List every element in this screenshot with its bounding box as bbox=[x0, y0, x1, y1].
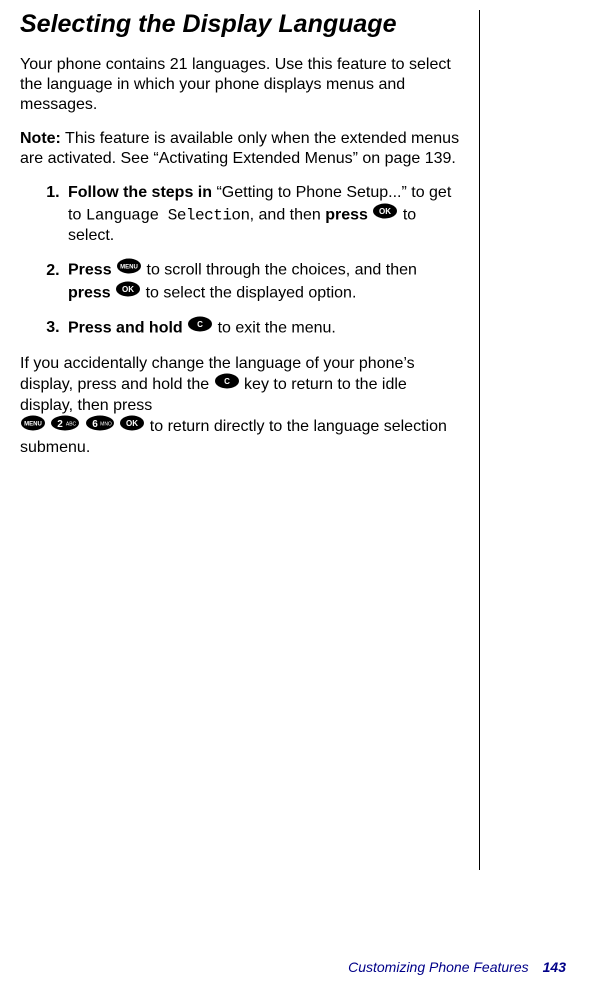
step-1-text-c: , and then bbox=[250, 206, 326, 223]
step-1-press: press bbox=[325, 206, 372, 223]
recovery-paragraph: If you accidentally change the language … bbox=[20, 354, 463, 458]
step-2-tail: to select the displayed option. bbox=[141, 285, 356, 302]
svg-text:C: C bbox=[224, 377, 230, 386]
svg-text:MNO: MNO bbox=[100, 421, 112, 427]
step-1: Follow the steps in “Getting to Phone Se… bbox=[64, 183, 463, 247]
page-title: Selecting the Display Language bbox=[20, 10, 463, 39]
svg-text:6: 6 bbox=[92, 419, 98, 430]
svg-text:ABC: ABC bbox=[66, 421, 77, 427]
step-1-lead: Follow the steps in bbox=[68, 184, 212, 201]
step-3-lead: Press and hold bbox=[68, 319, 187, 336]
ok-key-icon: OK bbox=[115, 281, 141, 304]
page-footer: Customizing Phone Features 143 bbox=[348, 959, 566, 975]
svg-text:C: C bbox=[197, 320, 203, 329]
note-label: Note: bbox=[20, 130, 61, 147]
step-1-lcd: Language Selection bbox=[86, 206, 250, 224]
step-3: Press and hold C to exit the menu. bbox=[64, 317, 463, 340]
footer-page-number: 143 bbox=[543, 959, 566, 975]
c-key-icon: C bbox=[214, 373, 240, 395]
svg-text:OK: OK bbox=[126, 419, 138, 428]
step-3-tail: to exit the menu. bbox=[213, 319, 336, 336]
footer-section: Customizing Phone Features bbox=[348, 959, 529, 975]
step-2-press: press bbox=[68, 285, 115, 302]
note-paragraph: Note: This feature is available only whe… bbox=[20, 129, 463, 169]
ok-key-icon: OK bbox=[119, 415, 145, 437]
step-2: Press MENU to scroll through the choices… bbox=[64, 259, 463, 305]
c-key-icon: C bbox=[187, 316, 213, 339]
step-2-text-b: to scroll through the choices, and then bbox=[142, 262, 417, 279]
svg-text:MENU: MENU bbox=[120, 265, 138, 271]
two-key-icon: 2ABC bbox=[50, 415, 80, 437]
steps-list: Follow the steps in “Getting to Phone Se… bbox=[20, 183, 463, 340]
ok-key-icon: OK bbox=[372, 203, 398, 226]
svg-text:OK: OK bbox=[122, 285, 134, 294]
svg-text:OK: OK bbox=[379, 207, 391, 216]
menu-key-icon: MENU bbox=[116, 258, 142, 281]
text-column: Selecting the Display Language Your phon… bbox=[20, 10, 480, 870]
note-body: This feature is available only when the … bbox=[20, 130, 459, 167]
six-key-icon: 6MNO bbox=[85, 415, 115, 437]
menu-key-icon: MENU bbox=[20, 415, 46, 437]
svg-text:MENU: MENU bbox=[24, 421, 42, 427]
svg-text:2: 2 bbox=[58, 419, 64, 430]
intro-paragraph: Your phone contains 21 languages. Use th… bbox=[20, 55, 463, 115]
page: Selecting the Display Language Your phon… bbox=[0, 0, 596, 1003]
step-2-lead: Press bbox=[68, 262, 116, 279]
